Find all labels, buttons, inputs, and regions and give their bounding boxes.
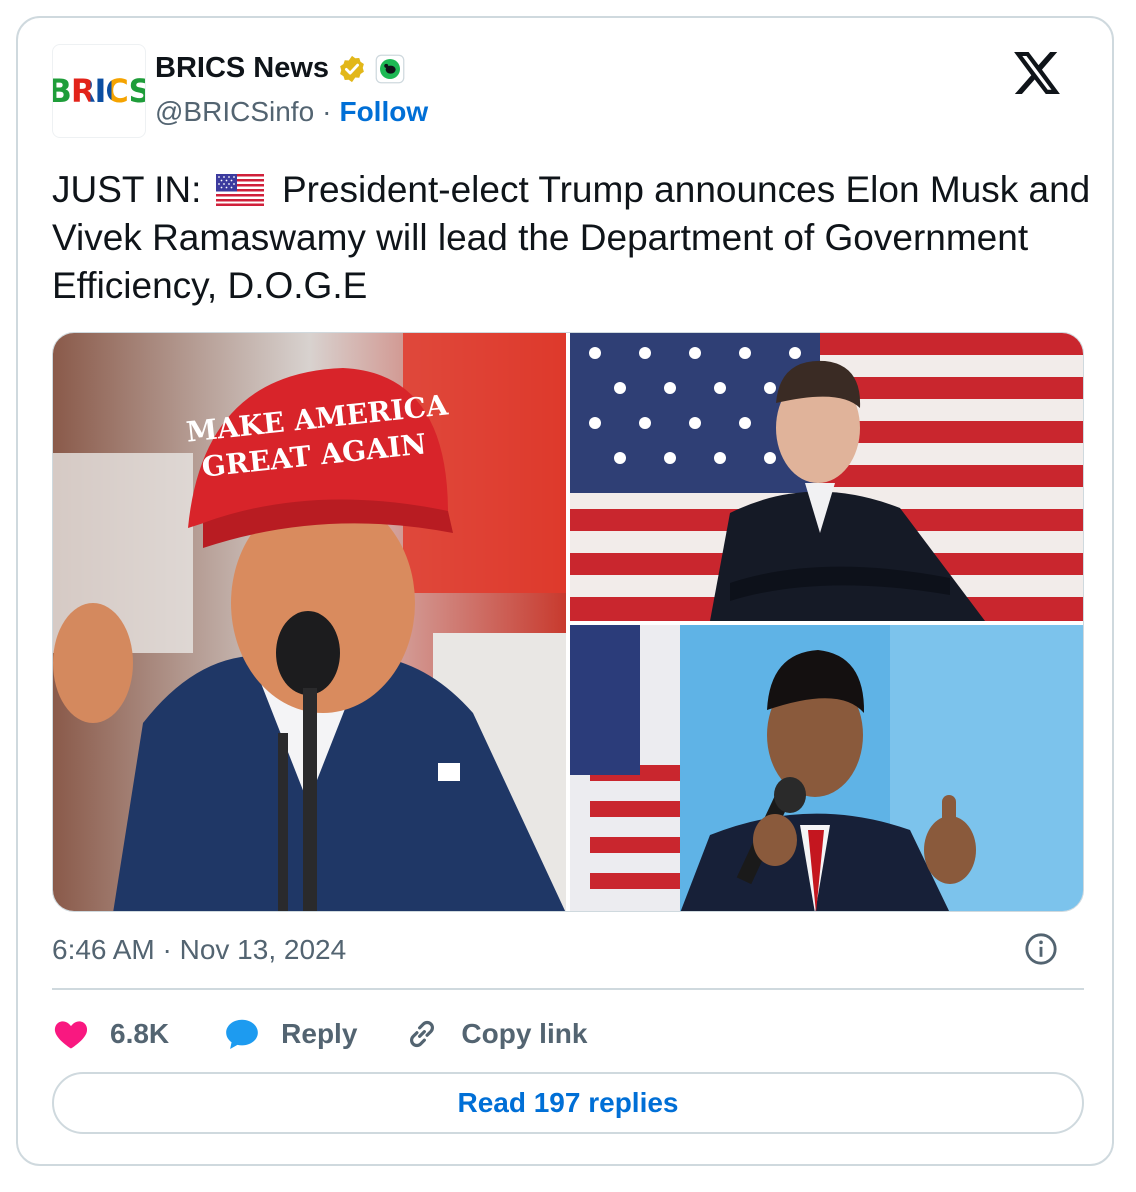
read-replies-label: Read 197 replies	[457, 1087, 679, 1118]
copy-link-button[interactable]: Copy link	[403, 1015, 587, 1053]
tweet-card: BRICS BRICS News @BRICSinfo · Follow JUS…	[16, 16, 1114, 1166]
affiliate-badge-icon	[375, 54, 405, 83]
copy-link-label: Copy link	[461, 1018, 588, 1049]
tweet-text-body: President-elect Trump announces Elon Mus…	[52, 169, 1091, 306]
avatar[interactable]: BRICS	[52, 44, 146, 138]
like-count: 6.8K	[110, 1018, 170, 1049]
handle-row: @BRICSinfo · Follow	[155, 96, 428, 128]
avatar-logo-text: BRICS	[53, 72, 145, 110]
photo-musk[interactable]	[570, 333, 1083, 621]
follow-button[interactable]: Follow	[339, 96, 428, 128]
verified-badge-icon	[340, 55, 364, 82]
media-grid[interactable]: MAKE AMERICA GREAT AGAIN	[52, 332, 1084, 912]
author-handle[interactable]: @BRICSinfo	[155, 96, 314, 128]
tweet-timestamp[interactable]: 6:46 AM · Nov 13, 2024	[52, 934, 346, 966]
x-logo-icon[interactable]	[1014, 52, 1060, 94]
reply-bubble-icon	[226, 1019, 258, 1050]
photo-trump[interactable]: MAKE AMERICA GREAT AGAIN	[53, 333, 566, 911]
info-icon[interactable]	[1024, 932, 1058, 966]
author-name[interactable]: BRICS News	[155, 52, 329, 85]
like-button[interactable]: 6.8K	[52, 1015, 169, 1053]
reply-label: Reply	[281, 1018, 358, 1049]
heart-icon	[54, 1021, 88, 1049]
handle-separator: ·	[322, 96, 332, 127]
reply-button[interactable]: Reply	[223, 1015, 357, 1053]
tweet-text-prefix: JUST IN:	[52, 169, 202, 210]
author-name-row: BRICS News	[155, 52, 405, 85]
us-flag-icon	[215, 174, 264, 206]
action-bar: 6.8K Reply Copy link	[52, 1014, 587, 1054]
photo-ramaswamy[interactable]	[570, 625, 1083, 911]
tweet-text: JUST IN: President-elect Trump announces…	[52, 166, 1092, 310]
divider	[52, 988, 1084, 990]
link-icon	[410, 1020, 435, 1048]
read-replies-button[interactable]: Read 197 replies	[52, 1072, 1084, 1134]
